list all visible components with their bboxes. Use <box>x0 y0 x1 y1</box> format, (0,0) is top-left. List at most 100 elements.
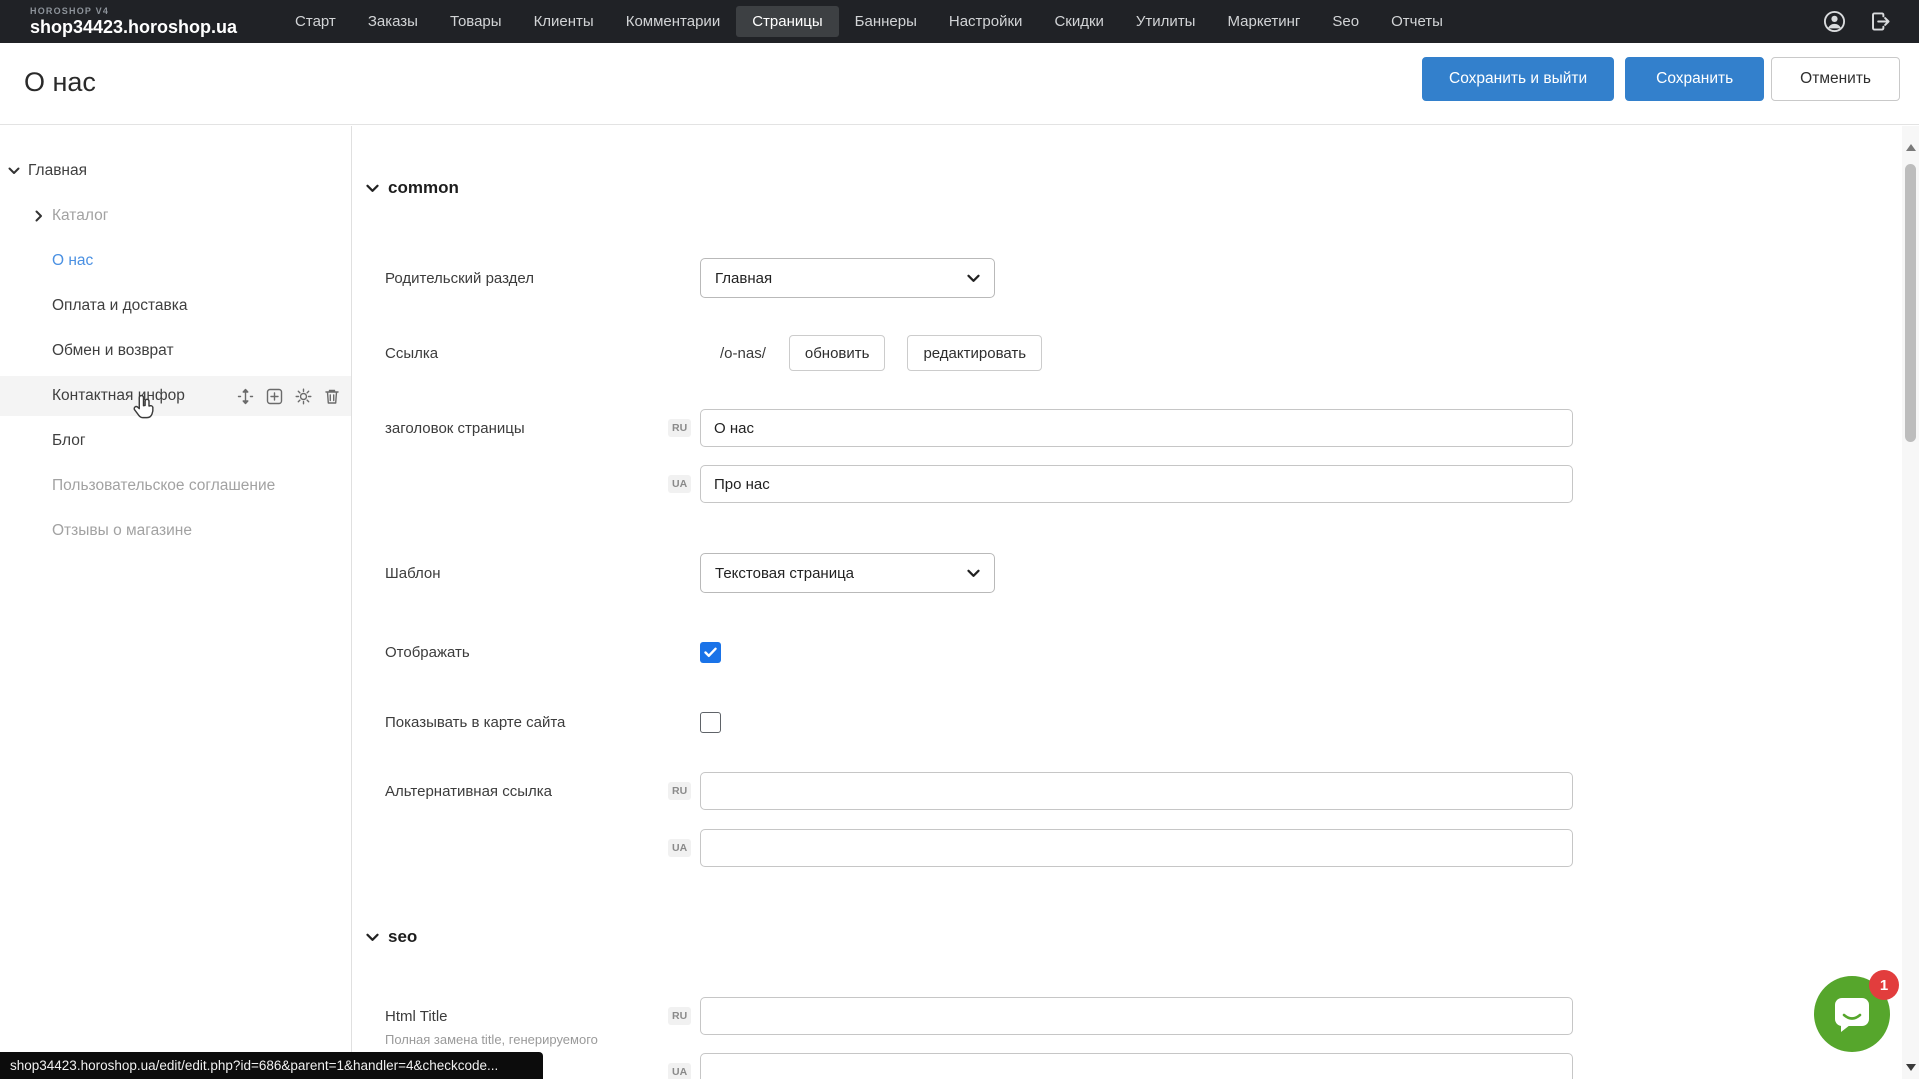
screen: HOROSHOP V4 shop34423.horoshop.ua Старт … <box>0 0 1919 1079</box>
scroll-up-arrow[interactable] <box>1906 144 1916 151</box>
tree-item-label: Блог <box>52 419 86 463</box>
field-parent-row: Родительский раздел Главная <box>385 258 1893 298</box>
tree-item-label: О нас <box>52 239 93 283</box>
tree-item-label: Контактная инфор <box>52 376 185 416</box>
field-label: Ссылка <box>385 345 668 362</box>
chat-bubble-icon <box>1831 994 1873 1034</box>
section-seo-toggle[interactable]: seo <box>366 927 417 947</box>
scrollbar[interactable] <box>1902 126 1919 1079</box>
parent-section-select[interactable]: Главная <box>700 258 995 298</box>
chevron-down-icon <box>967 569 980 578</box>
lang-badge-ua: UA <box>668 475 691 493</box>
save-button[interactable]: Сохранить <box>1625 57 1764 101</box>
field-template-row: Шаблон Текстовая страница <box>385 553 1893 593</box>
topbar-right <box>1821 9 1893 35</box>
field-html-title-ru-row: Html Title RU <box>385 997 1893 1035</box>
topbar: HOROSHOP V4 shop34423.horoshop.ua Старт … <box>0 0 1919 43</box>
field-visible-row: Отображать <box>385 640 1893 664</box>
field-link-row: Ссылка /o-nas/ обновить редактировать <box>385 334 1893 372</box>
alt-link-ru-input[interactable] <box>700 772 1573 810</box>
template-select[interactable]: Текстовая страница <box>700 553 995 593</box>
lang-badge-ua: UA <box>668 1063 691 1079</box>
tree-item-o-nas[interactable]: О нас <box>0 239 351 283</box>
select-value: Главная <box>715 270 967 287</box>
field-label: Родительский раздел <box>385 270 668 287</box>
delete-trash-icon[interactable] <box>323 387 341 405</box>
alt-link-ua-input[interactable] <box>700 829 1573 867</box>
field-label: Показывать в карте сайта <box>385 714 668 731</box>
field-html-title-ua-row: UA <box>385 1053 1893 1079</box>
nav-settings[interactable]: Настройки <box>933 6 1039 37</box>
tree-item-blog[interactable]: Блог <box>0 419 351 463</box>
field-page-title-ru-row: заголовок страницы RU <box>385 409 1893 447</box>
edit-link-button[interactable]: редактировать <box>907 335 1042 371</box>
save-and-exit-button[interactable]: Сохранить и выйти <box>1422 57 1614 101</box>
section-common-toggle[interactable]: common <box>366 178 459 198</box>
lang-badge-ru: RU <box>668 419 691 437</box>
tree-item-label: Оплата и доставка <box>52 284 188 328</box>
nav-pages[interactable]: Страницы <box>736 6 838 37</box>
scroll-down-arrow[interactable] <box>1906 1064 1916 1071</box>
main-nav: Старт Заказы Товары Клиенты Комментарии … <box>279 0 1459 43</box>
chevron-down-icon <box>366 933 379 942</box>
scrollbar-thumb[interactable] <box>1905 164 1916 442</box>
check-icon <box>704 647 717 658</box>
status-url-tooltip: shop34423.horoshop.ua/edit/edit.php?id=6… <box>0 1052 543 1079</box>
nav-reports[interactable]: Отчеты <box>1375 6 1459 37</box>
page-title-ua-input[interactable] <box>700 465 1573 503</box>
field-label: Шаблон <box>385 565 668 582</box>
chat-widget-button[interactable]: 1 <box>1814 976 1890 1052</box>
chevron-down-icon[interactable] <box>8 149 20 193</box>
chevron-right-icon[interactable] <box>35 194 43 238</box>
chevron-down-icon <box>366 184 379 193</box>
field-sitemap-row: Показывать в карте сайта <box>385 710 1893 734</box>
nav-start[interactable]: Старт <box>279 6 352 37</box>
tree-item-soglashenie[interactable]: Пользовательское соглашение <box>0 464 351 508</box>
html-title-ru-input[interactable] <box>700 997 1573 1035</box>
tree-item-label: Отзывы о магазине <box>52 509 192 553</box>
chat-unread-badge: 1 <box>1869 970 1899 1000</box>
section-title: seo <box>388 927 417 947</box>
brand-domain: shop34423.horoshop.ua <box>30 18 237 36</box>
nav-products[interactable]: Товары <box>434 6 518 37</box>
lang-badge-ru: RU <box>668 782 691 800</box>
tree-item-label: Главная <box>28 149 87 193</box>
move-icon[interactable] <box>236 387 254 405</box>
tree-item-otzyvy[interactable]: Отзывы о магазине <box>0 509 351 553</box>
nav-banners[interactable]: Баннеры <box>839 6 933 37</box>
refresh-link-button[interactable]: обновить <box>789 335 886 371</box>
nav-comments[interactable]: Комментарии <box>610 6 736 37</box>
visible-checkbox-checked[interactable] <box>700 642 721 663</box>
page-title-ru-input[interactable] <box>700 409 1573 447</box>
sitemap-checkbox-unchecked[interactable] <box>700 712 721 733</box>
tree-item-obmen[interactable]: Обмен и возврат <box>0 329 351 373</box>
logout-icon[interactable] <box>1867 9 1893 35</box>
lang-badge-ru: RU <box>668 1007 691 1025</box>
nav-marketing[interactable]: Маркетинг <box>1211 6 1316 37</box>
brand-logo[interactable]: HOROSHOP V4 shop34423.horoshop.ua <box>30 7 237 36</box>
field-label: Html Title <box>385 1008 668 1025</box>
nav-utilities[interactable]: Утилиты <box>1120 6 1212 37</box>
brand-version: HOROSHOP V4 <box>30 7 237 16</box>
lang-badge-ua: UA <box>668 839 691 857</box>
nav-orders[interactable]: Заказы <box>352 6 434 37</box>
tree-item-katalog[interactable]: Каталог <box>0 194 351 238</box>
page-url-path: /o-nas/ <box>700 345 766 362</box>
tree-item-glavnaya[interactable]: Главная <box>0 149 351 193</box>
add-page-icon[interactable] <box>265 387 283 405</box>
tree-item-oplata[interactable]: Оплата и доставка <box>0 284 351 328</box>
html-title-ua-input[interactable] <box>700 1053 1573 1079</box>
tree-item-kontaktnaya[interactable]: Контактная инфор <box>0 376 351 416</box>
tree-item-label: Каталог <box>52 194 108 238</box>
field-page-title-ua-row: UA <box>385 465 1893 503</box>
header-actions: Сохранить и выйти Сохранить Отменить <box>1422 57 1900 101</box>
nav-clients[interactable]: Клиенты <box>518 6 610 37</box>
settings-gear-icon[interactable] <box>294 387 312 405</box>
cancel-button[interactable]: Отменить <box>1771 57 1900 101</box>
account-icon[interactable] <box>1821 9 1847 35</box>
nav-seo[interactable]: Seo <box>1316 6 1375 37</box>
page-header: О нас Сохранить и выйти Сохранить Отмени… <box>0 43 1919 125</box>
nav-discounts[interactable]: Скидки <box>1038 6 1119 37</box>
tree-item-actions <box>236 376 341 416</box>
tree-item-label: Пользовательское соглашение <box>52 464 275 508</box>
